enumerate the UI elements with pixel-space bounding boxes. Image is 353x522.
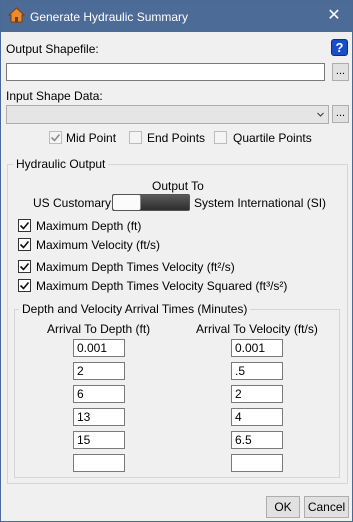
title-bar: Generate Hydraulic Summary ✕ <box>1 1 352 32</box>
us-customary-label: US Customary <box>33 196 112 210</box>
max-depth-label: Maximum Depth (ft) <box>36 219 142 233</box>
end-points-checkbox[interactable] <box>129 131 142 144</box>
mid-point-label: Mid Point <box>66 131 117 145</box>
checkmark-icon <box>19 221 30 230</box>
arrival-velocity-input-3[interactable]: 2 <box>231 385 283 403</box>
arrival-velocity-input-6[interactable] <box>231 454 283 472</box>
max-depth-velocity-label: Maximum Depth Times Velocity (ft²/s) <box>36 260 235 274</box>
ok-button[interactable]: OK <box>266 496 300 518</box>
checkmark-icon <box>19 281 30 290</box>
input-shape-data-select[interactable] <box>6 105 329 124</box>
max-depth-velocity-squared-checkbox[interactable] <box>18 279 31 292</box>
window-title: Generate Hydraulic Summary <box>30 10 189 24</box>
arrival-depth-input-6[interactable] <box>73 454 125 472</box>
quartile-points-checkbox[interactable] <box>214 131 227 144</box>
max-velocity-label: Maximum Velocity (ft/s) <box>36 238 161 252</box>
max-depth-velocity-checkbox[interactable] <box>18 260 31 273</box>
toggle-knob <box>113 195 141 210</box>
arrival-depth-input-5[interactable]: 15 <box>73 431 125 449</box>
arrival-depth-input-4[interactable]: 13 <box>73 408 125 426</box>
output-shapefile-browse-button[interactable]: ... <box>332 63 349 81</box>
close-icon[interactable]: ✕ <box>321 5 347 27</box>
output-shapefile-input[interactable] <box>6 63 325 81</box>
mid-point-checkbox[interactable] <box>49 131 62 144</box>
hydraulic-output-title: Hydraulic Output <box>13 157 109 171</box>
quartile-points-label: Quartile Points <box>233 131 312 145</box>
help-icon[interactable]: ? <box>331 39 348 56</box>
house-icon <box>8 7 25 23</box>
unit-toggle-switch[interactable] <box>112 194 190 211</box>
dialog-window: Generate Hydraulic Summary ✕ Output Shap… <box>0 0 353 522</box>
checkmark-icon <box>50 133 61 142</box>
cancel-button[interactable]: Cancel <box>304 496 349 518</box>
input-shape-data-browse-button[interactable]: ... <box>332 105 349 123</box>
max-velocity-checkbox[interactable] <box>18 238 31 251</box>
checkmark-icon <box>19 240 30 249</box>
arrival-times-title: Depth and Velocity Arrival Times (Minute… <box>19 302 251 316</box>
output-shapefile-label: Output Shapefile: <box>6 42 99 56</box>
arrival-velocity-input-4[interactable]: 4 <box>231 408 283 426</box>
arrival-velocity-input-1[interactable]: 0.001 <box>231 339 283 357</box>
max-depth-checkbox[interactable] <box>18 219 31 232</box>
max-depth-velocity-squared-label: Maximum Depth Times Velocity Squared (ft… <box>36 279 288 293</box>
arrival-velocity-input-5[interactable]: 6.5 <box>231 431 283 449</box>
output-to-label: Output To <box>152 179 204 193</box>
arrival-depth-input-1[interactable]: 0.001 <box>73 339 125 357</box>
checkmark-icon <box>19 262 30 271</box>
arrival-velocity-header: Arrival To Velocity (ft/s) <box>196 322 318 336</box>
input-shape-data-label: Input Shape Data: <box>6 89 103 103</box>
arrival-velocity-input-2[interactable]: .5 <box>231 362 283 380</box>
si-label: System International (SI) <box>194 196 327 210</box>
arrival-depth-input-2[interactable]: 2 <box>73 362 125 380</box>
arrival-depth-input-3[interactable]: 6 <box>73 385 125 403</box>
end-points-label: End Points <box>147 131 206 145</box>
arrival-depth-header: Arrival To Depth (ft) <box>47 322 151 336</box>
chevron-down-icon <box>317 112 324 117</box>
